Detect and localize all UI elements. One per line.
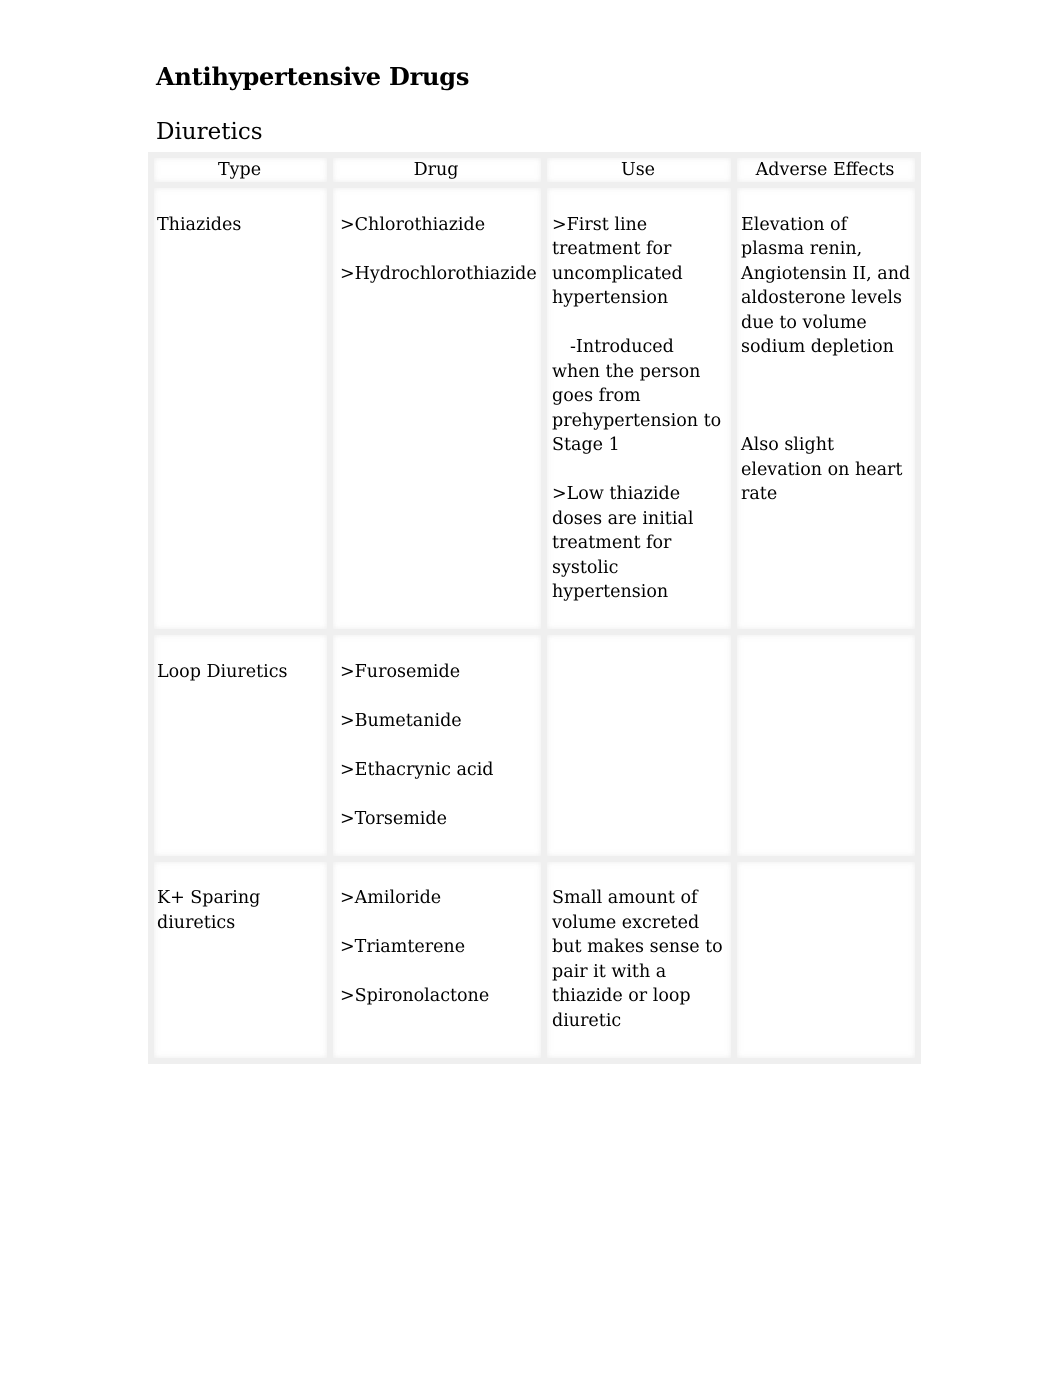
drug-item: >Chlorothiazide: [340, 214, 486, 235]
drug-cell: >Chlorothiazide >Hydrochlorothiazide: [327, 182, 547, 635]
type-cell: Loop Diuretics: [148, 629, 333, 862]
drug-item: >Furosemide: [340, 661, 461, 682]
diuretics-table: Type Drug Use Adverse Effects Thiazides …: [148, 152, 921, 1064]
table-row: Loop Diuretics >Furosemide >Bumetanide >…: [148, 629, 921, 862]
drug-item: >Hydrochlorothiazide: [340, 263, 537, 284]
header-use: Use: [541, 152, 737, 188]
drug-item: >Triamterene: [340, 937, 466, 957]
use-cell: [541, 629, 737, 862]
adverse-effects-cell: [731, 855, 921, 1064]
type-cell: K+ Sparing diuretics: [148, 855, 333, 1064]
drug-item: >Torsemide: [340, 808, 447, 829]
use-item: >First line treatment for uncomplicated …: [552, 214, 683, 309]
use-item: Small amount of volume excreted but make…: [552, 888, 723, 1031]
use-cell: >First line treatment for uncomplicated …: [541, 182, 737, 635]
use-cell: Small amount of volume excreted but make…: [541, 855, 737, 1064]
drug-item: >Spironolactone: [340, 986, 490, 1006]
drug-cell: >Furosemide >Bumetanide >Ethacrynic acid…: [327, 629, 547, 862]
table-row: K+ Sparing diuretics >Amiloride >Triamte…: [148, 855, 921, 1064]
page-title: Antihypertensive Drugs: [156, 62, 470, 91]
type-label: K+ Sparing diuretics: [157, 888, 261, 933]
header-adverse-effects: Adverse Effects: [731, 152, 921, 188]
type-label: Loop Diuretics: [157, 661, 288, 682]
header-drug: Drug: [327, 152, 547, 188]
adverse-effects-cell: [731, 629, 921, 862]
header-type: Type: [148, 152, 333, 188]
drug-item: >Bumetanide: [340, 710, 462, 731]
use-subitem: -Introduced when the person goes from pr…: [552, 337, 722, 455]
adverse-effects-cell: Elevation of plasma renin, Angiotensin I…: [731, 182, 921, 635]
diuretics-table-container: Type Drug Use Adverse Effects Thiazides …: [148, 152, 921, 1064]
drug-item: >Amiloride: [340, 888, 442, 908]
use-item: -Introduced when the person goes from pr…: [552, 335, 727, 458]
use-item: >Low thiazide doses are initial treatmen…: [552, 484, 694, 602]
table-row: Thiazides >Chlorothiazide >Hydrochloroth…: [148, 182, 921, 635]
section-title-diuretics: Diuretics: [156, 119, 263, 145]
type-label: Thiazides: [157, 214, 242, 235]
table-header-row: Type Drug Use Adverse Effects: [148, 152, 921, 188]
drug-item: >Ethacrynic acid: [340, 759, 494, 780]
adverse-effect-item: Elevation of plasma renin, Angiotensin I…: [741, 214, 911, 358]
adverse-effect-item: Also slight elevation on heart rate: [741, 435, 903, 504]
type-cell: Thiazides: [148, 182, 333, 635]
drug-cell: >Amiloride >Triamterene >Spironolactone: [327, 855, 547, 1064]
